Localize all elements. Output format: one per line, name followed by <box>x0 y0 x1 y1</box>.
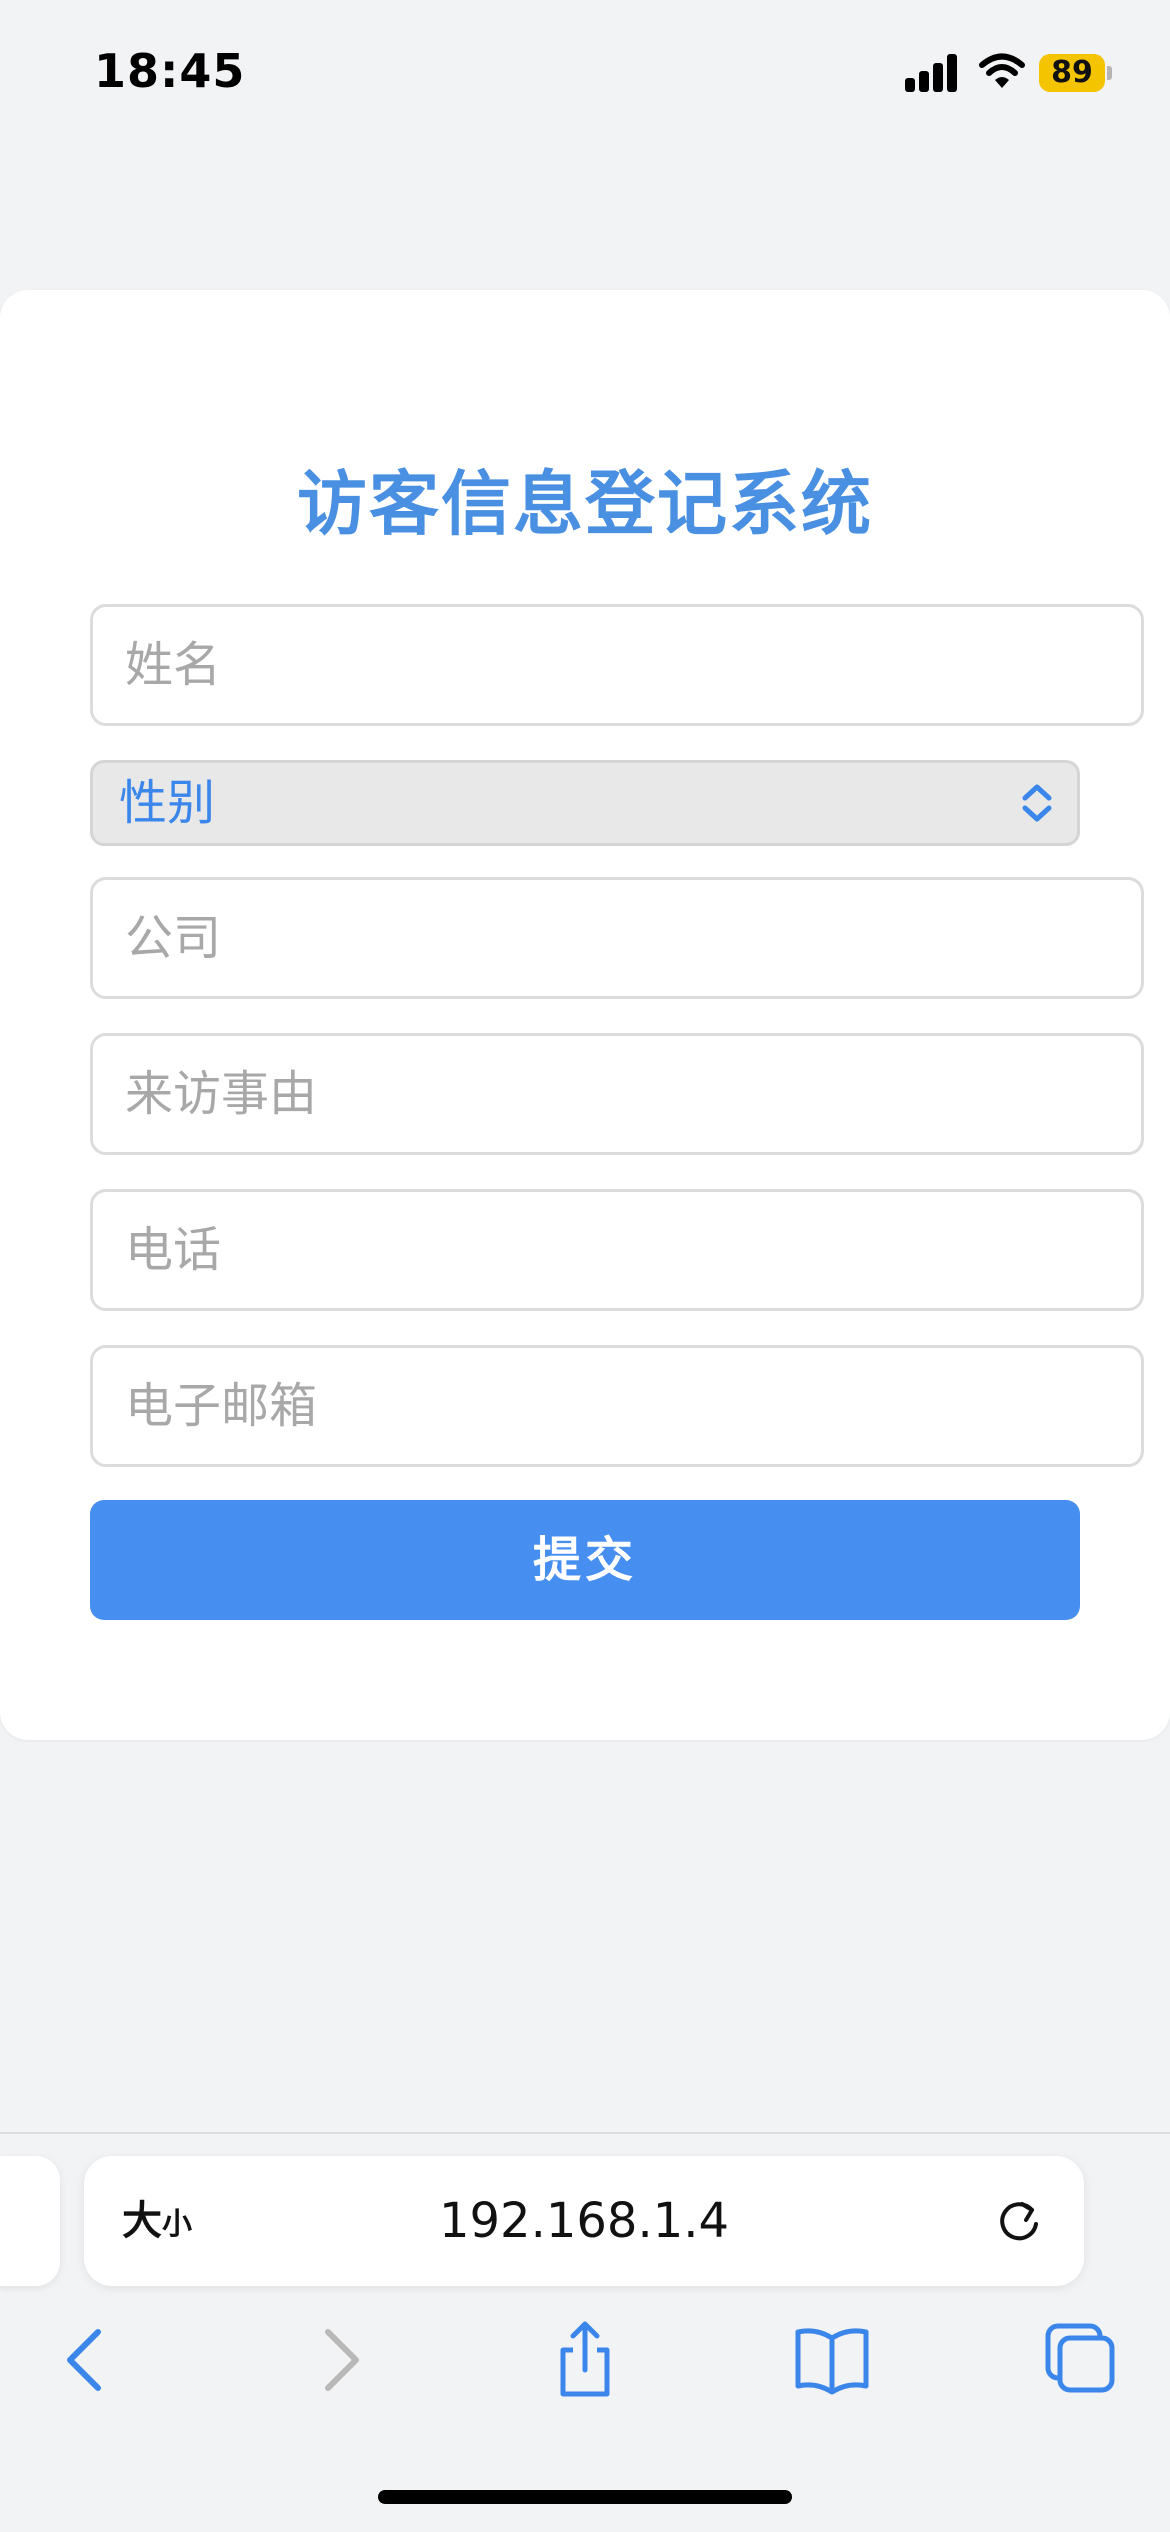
reason-field[interactable] <box>90 1033 1144 1155</box>
gender-select-label: 性别 <box>119 775 216 831</box>
company-field[interactable] <box>90 877 1144 999</box>
phone-field[interactable] <box>90 1189 1144 1311</box>
reload-icon[interactable] <box>994 2196 1044 2246</box>
home-indicator <box>378 2490 792 2504</box>
wifi-icon <box>978 50 1026 92</box>
back-icon[interactable] <box>48 2320 128 2400</box>
share-icon[interactable] <box>545 2320 625 2400</box>
email-input[interactable] <box>93 1348 1141 1464</box>
name-input[interactable] <box>93 607 1141 723</box>
company-input[interactable] <box>93 880 1141 996</box>
cellular-signal-icon <box>905 54 959 92</box>
page-title: 访客信息登记系统 <box>297 463 873 545</box>
name-field[interactable] <box>90 604 1144 726</box>
forward-icon[interactable] <box>298 2320 378 2400</box>
address-bar[interactable]: 大小 192.168.1.4 <box>84 2156 1084 2286</box>
status-time: 18:45 <box>94 44 246 98</box>
tabs-icon[interactable] <box>1040 2320 1120 2400</box>
gender-select[interactable]: 性别 <box>90 760 1080 846</box>
battery-icon: 89 <box>1039 54 1107 92</box>
url-text: 192.168.1.4 <box>438 2193 730 2249</box>
reason-input[interactable] <box>93 1036 1141 1152</box>
submit-button[interactable]: 提交 <box>90 1500 1080 1620</box>
phone-input[interactable] <box>93 1192 1141 1308</box>
toolbar-divider <box>0 2132 1170 2134</box>
email-field[interactable] <box>90 1345 1144 1467</box>
battery-level: 89 <box>1051 55 1093 90</box>
battery-tip <box>1107 66 1112 80</box>
previous-tab-preview[interactable] <box>0 2156 60 2286</box>
chevron-up-down-icon <box>1019 781 1055 825</box>
bookmarks-icon[interactable] <box>792 2320 872 2400</box>
